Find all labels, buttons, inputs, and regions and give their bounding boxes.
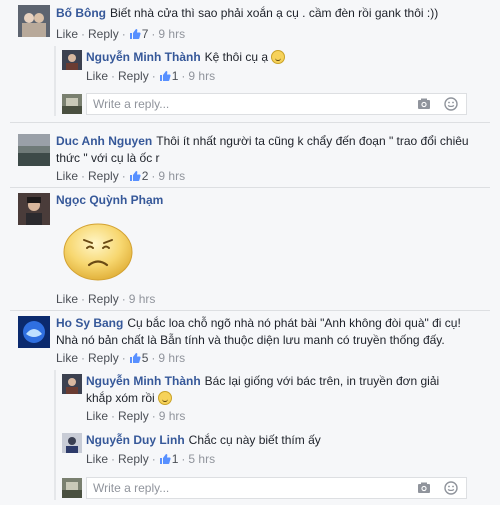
comment-text: Biết nhà cửa thì sao phải xoắn ạ cụ . cầ…: [110, 6, 439, 20]
comment-text-line2: thức " với cụ là ốc r: [56, 151, 160, 165]
comment-actions: Like · Reply · 7 · 9 hrs: [56, 27, 186, 41]
like-count[interactable]: 1: [159, 69, 178, 83]
comment-actions: Like · Reply · 9 hrs: [86, 409, 186, 423]
comment-author[interactable]: Bố Bông: [56, 6, 106, 20]
thumbs-up-icon: [129, 353, 141, 363]
thumbs-up-icon: [129, 171, 141, 181]
comment-text: Thôi ít nhất người ta cũng k chẩy đến đo…: [156, 134, 469, 148]
comment-author[interactable]: Duc Anh Nguyen: [56, 134, 152, 148]
like-link[interactable]: Like: [56, 292, 78, 306]
avatar[interactable]: [18, 316, 50, 348]
avatar[interactable]: [62, 374, 82, 394]
comment-author[interactable]: Nguyễn Minh Thành: [86, 374, 201, 388]
reply-link[interactable]: Reply: [88, 27, 119, 41]
reply-link[interactable]: Reply: [88, 169, 119, 183]
thumbs-up-icon: [159, 71, 171, 81]
thread-line: [54, 46, 56, 116]
like-link[interactable]: Like: [86, 69, 108, 83]
emoji-icon[interactable]: [444, 97, 458, 111]
avatar[interactable]: [18, 134, 50, 166]
reply-link[interactable]: Reply: [118, 452, 149, 466]
avatar[interactable]: [18, 5, 50, 37]
avatar[interactable]: [18, 193, 50, 225]
comment-text: Cụ bắc loa chỗ ngõ nhà nó phát bài "Anh …: [127, 316, 461, 330]
like-count[interactable]: 7: [129, 27, 148, 41]
reply-link[interactable]: Reply: [88, 351, 119, 365]
timestamp[interactable]: 9 hrs: [188, 69, 215, 83]
comment-actions: Like · Reply · 1 · 5 hrs: [86, 452, 216, 466]
timestamp[interactable]: 5 hrs: [188, 452, 215, 466]
comment-text: Chắc cụ này biết thím ấy: [188, 433, 321, 447]
comment-actions: Like · Reply · 5 · 9 hrs: [56, 351, 186, 365]
reply-link[interactable]: Reply: [118, 409, 149, 423]
divider: [10, 187, 490, 188]
like-link[interactable]: Like: [56, 27, 78, 41]
timestamp[interactable]: 9 hrs: [158, 169, 185, 183]
comment-author[interactable]: Nguyễn Duy Linh: [86, 433, 185, 447]
timestamp[interactable]: 9 hrs: [158, 351, 185, 365]
comment-text: Bác lại giống với bác trên, in truyền đơ…: [204, 374, 440, 388]
camera-icon[interactable]: [417, 97, 431, 111]
thread-line: [54, 370, 56, 500]
thumbs-up-icon: [129, 29, 141, 39]
camera-icon[interactable]: [417, 481, 431, 495]
smile-emoji-icon: [271, 50, 286, 64]
comment-author[interactable]: Nguyễn Minh Thành: [86, 50, 201, 64]
emoji-icon[interactable]: [444, 481, 458, 495]
reply-input[interactable]: Write a reply...: [86, 93, 467, 115]
smile-emoji-icon: [158, 391, 173, 405]
avatar[interactable]: [62, 50, 82, 70]
comment-actions: Like · Reply · 9 hrs: [56, 292, 156, 306]
timestamp[interactable]: 9 hrs: [129, 292, 156, 306]
timestamp[interactable]: 9 hrs: [159, 409, 186, 423]
divider: [10, 310, 490, 311]
avatar[interactable]: [62, 433, 82, 453]
sad-sticker-icon: [63, 223, 133, 281]
comment-actions: Like · Reply · 2 · 9 hrs: [56, 169, 186, 183]
like-count[interactable]: 2: [129, 169, 148, 183]
like-link[interactable]: Like: [86, 452, 108, 466]
timestamp[interactable]: 9 hrs: [158, 27, 185, 41]
comment-text: Kệ thôi cụ ạ: [204, 50, 269, 64]
avatar: [62, 94, 82, 114]
like-count[interactable]: 5: [129, 351, 148, 365]
reply-input[interactable]: Write a reply...: [86, 477, 467, 499]
reply-link[interactable]: Reply: [118, 69, 149, 83]
like-link[interactable]: Like: [56, 169, 78, 183]
comment-text-line2: Nhà nó bản chất là Bẫn tính và thuộc diệ…: [56, 333, 445, 347]
like-link[interactable]: Like: [56, 351, 78, 365]
comment-text-line2: khắp xóm rồi: [86, 391, 155, 405]
comment-actions: Like · Reply · 1 · 9 hrs: [86, 69, 216, 83]
reply-link[interactable]: Reply: [88, 292, 119, 306]
like-link[interactable]: Like: [86, 409, 108, 423]
comment-author[interactable]: Ho Sy Bang: [56, 316, 123, 330]
avatar: [62, 478, 82, 498]
comment-author[interactable]: Ngọc Quỳnh Phạm: [56, 193, 163, 207]
like-count[interactable]: 1: [159, 452, 178, 466]
divider: [10, 122, 490, 123]
thumbs-up-icon: [159, 454, 171, 464]
